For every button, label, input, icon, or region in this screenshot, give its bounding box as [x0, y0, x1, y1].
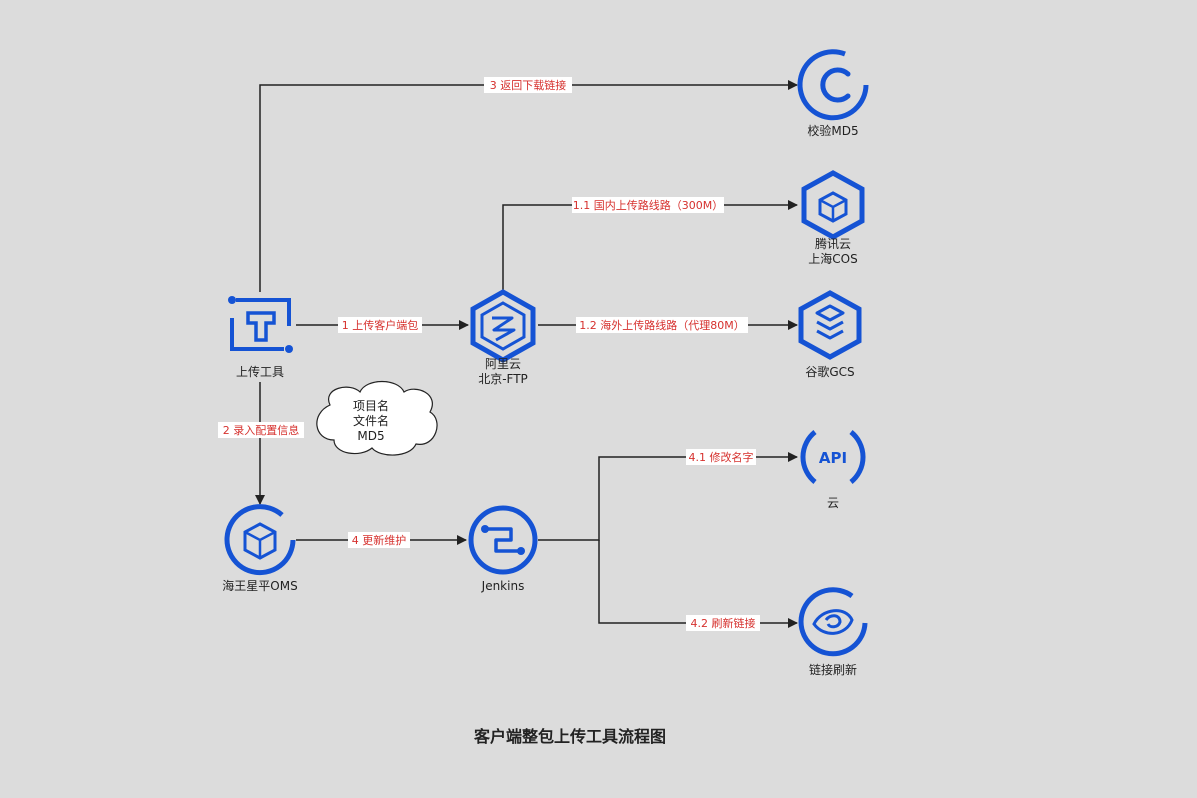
edge-domestic	[502, 200, 798, 290]
svg-text:1.2 海外上传路线路（代理80M）: 1.2 海外上传路线路（代理80M）	[579, 318, 744, 332]
edge-label-rename: 4.1 修改名字	[686, 449, 756, 465]
hexagon-s-icon	[470, 289, 536, 363]
node-label-line1: 阿里云	[485, 357, 521, 371]
svg-text:3 返回下载链接: 3 返回下载链接	[490, 78, 567, 92]
edge-label-return-link: 3 返回下载链接	[484, 77, 572, 93]
circle-cube-icon	[224, 504, 296, 576]
node-label: 链接刷新	[809, 662, 857, 677]
eye-swirl-icon	[798, 587, 868, 657]
svg-text:1 上传客户端包: 1 上传客户端包	[342, 318, 419, 332]
node-jenkins[interactable]: Jenkins	[468, 505, 538, 593]
node-label-line2: 北京-FTP	[478, 372, 528, 386]
flow-diagram: 3 返回下载链接 1 上传客户端包 1.1 国内上传路线路（300M） 1.2 …	[218, 49, 869, 746]
node-label-line1: 腾讯云	[815, 236, 851, 251]
node-tencent[interactable]: 腾讯云 上海COS	[801, 170, 865, 266]
edge-label-upload: 1 上传客户端包	[338, 317, 422, 333]
circle-s-circuit-icon	[468, 505, 538, 575]
c-circle-icon	[797, 49, 869, 121]
node-md5[interactable]: 校验MD5	[797, 49, 869, 138]
hexagon-layers-icon	[798, 290, 862, 360]
node-label: 上传工具	[236, 364, 284, 379]
note-line-2: 文件名	[353, 413, 389, 428]
edge-label-overseas: 1.2 海外上传路线路（代理80M）	[576, 317, 748, 333]
edge-label-update: 4 更新维护	[348, 532, 410, 548]
node-label-line2: 上海COS	[808, 251, 857, 266]
t-circuit-icon	[230, 298, 291, 351]
node-refresh[interactable]: 链接刷新	[798, 587, 868, 677]
note-line-1: 项目名	[353, 398, 389, 413]
node-label: 校验MD5	[807, 123, 858, 138]
svg-text:4.1 修改名字: 4.1 修改名字	[689, 450, 754, 464]
svg-text:4.2 刷新链接: 4.2 刷新链接	[691, 616, 756, 630]
note-line-3: MD5	[357, 429, 384, 443]
node-aliyun[interactable]: 阿里云 北京-FTP	[470, 289, 536, 386]
svg-text:API: API	[819, 449, 847, 467]
circuit-dot-icon	[228, 296, 236, 304]
node-label: 云	[827, 496, 839, 510]
node-oms[interactable]: 海王星平OMS	[222, 504, 298, 593]
node-upload-tool[interactable]: 上传工具	[228, 296, 293, 379]
svg-text:4 更新维护: 4 更新维护	[352, 533, 407, 547]
edge-label-refresh-link: 4.2 刷新链接	[686, 615, 760, 631]
edge-label-domestic: 1.1 国内上传路线路（300M）	[572, 197, 724, 213]
svg-text:1.1 国内上传路线路（300M）: 1.1 国内上传路线路（300M）	[573, 198, 723, 212]
edge-label-config: 2 录入配置信息	[218, 422, 304, 438]
node-label: Jenkins	[481, 579, 525, 593]
svg-text:2 录入配置信息: 2 录入配置信息	[223, 423, 300, 437]
edge-refresh-link	[598, 540, 798, 628]
hexagon-cube-icon	[801, 170, 865, 240]
edge-return-link	[259, 80, 798, 292]
api-icon: API	[800, 430, 866, 484]
node-label: 谷歌GCS	[805, 364, 854, 379]
node-cloud[interactable]: API 云	[800, 430, 866, 510]
circuit-dot-icon	[285, 345, 293, 353]
node-google[interactable]: 谷歌GCS	[798, 290, 862, 379]
note-cloud: 项目名 文件名 MD5	[316, 380, 438, 456]
node-label: 海王星平OMS	[222, 578, 297, 593]
diagram-title: 客户端整包上传工具流程图	[474, 727, 666, 746]
edge-rename	[538, 452, 798, 541]
